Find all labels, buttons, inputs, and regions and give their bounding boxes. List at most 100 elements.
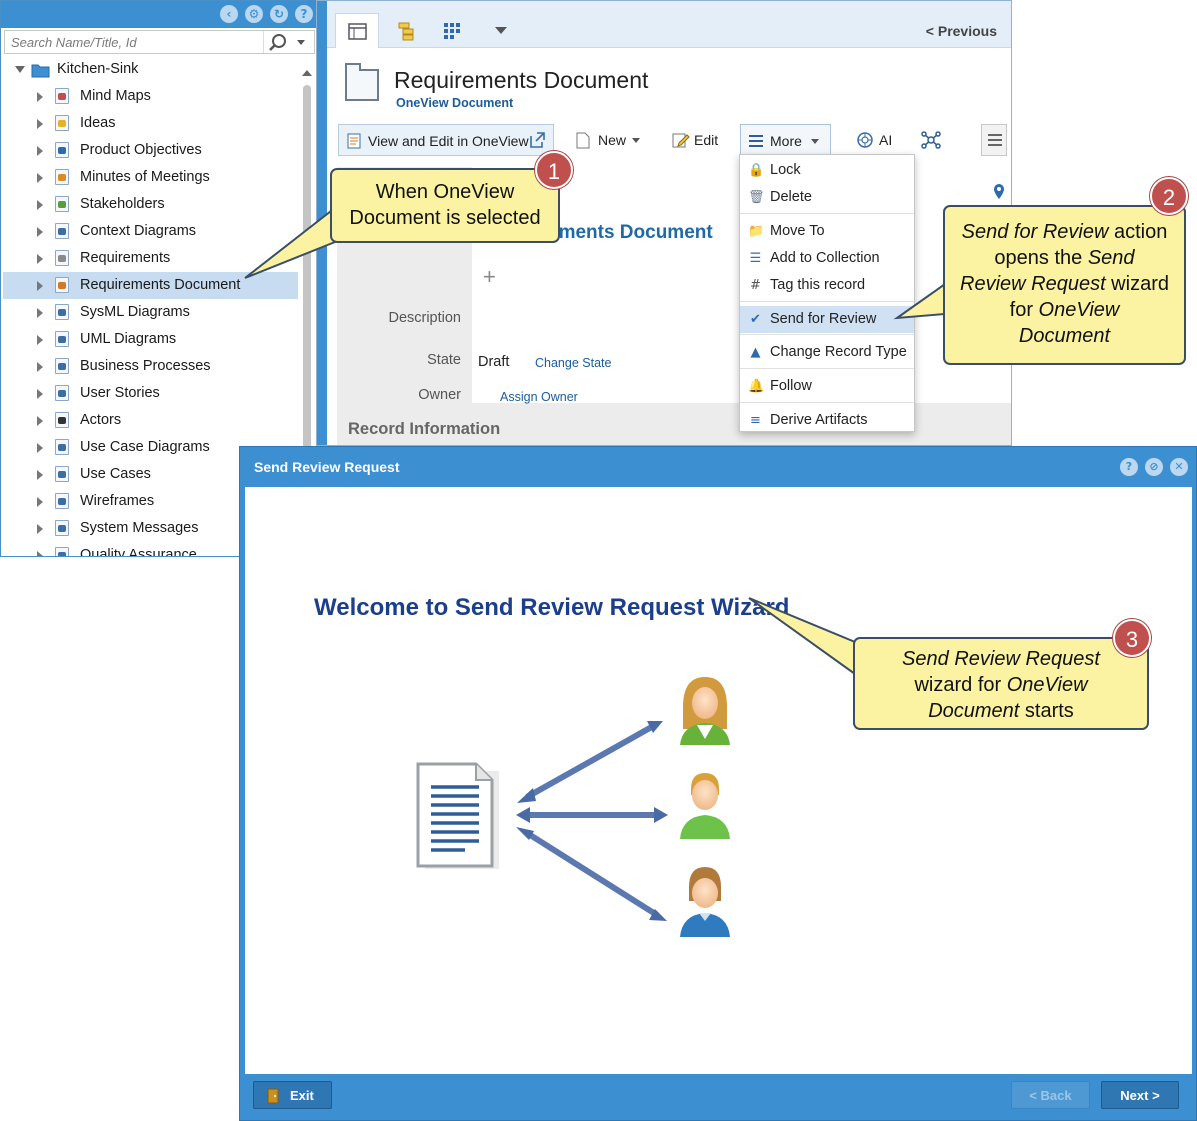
wizard-title: Welcome to Send Review Request Wizard	[314, 594, 790, 621]
add-icon[interactable]: +	[483, 264, 496, 290]
more-button[interactable]: More	[740, 124, 831, 156]
ai-icon	[857, 132, 873, 148]
menu-item-label: Move To	[770, 223, 825, 239]
network-view-button[interactable]	[920, 124, 944, 156]
message-icon-glyph	[58, 525, 66, 532]
help-icon[interactable]: ?	[295, 5, 313, 23]
expand-arrow-icon[interactable]	[37, 173, 43, 183]
actor-icon-glyph	[58, 417, 66, 424]
tree-item[interactable]: Minutes of Meetings	[3, 164, 298, 191]
tree-item[interactable]: Ideas	[3, 110, 298, 137]
tree-item[interactable]: Actors	[3, 407, 298, 434]
tree-item[interactable]: Mind Maps	[3, 83, 298, 110]
edit-button[interactable]: Edit	[672, 124, 724, 156]
menu-item-delete[interactable]: 🗑 Delete	[740, 184, 914, 211]
scroll-up-icon[interactable]	[301, 67, 313, 79]
view-and-edit-in-oneview-button[interactable]: View and Edit in OneView	[338, 124, 554, 156]
menu-item-add-to-collection[interactable]: ☰ Add to Collection	[740, 245, 914, 272]
overflow-menu-button[interactable]	[981, 124, 1007, 156]
review-icon: ✔	[750, 312, 761, 327]
expand-arrow-icon[interactable]	[37, 119, 43, 129]
tree-root-row[interactable]: Kitchen-Sink	[3, 56, 298, 83]
more-label: More	[770, 133, 802, 149]
menu-item-derive-artifacts[interactable]: ≡ Derive Artifacts	[740, 407, 914, 434]
callout-2-text-5: Document	[1018, 325, 1111, 347]
callout-2-badge: 2	[1150, 177, 1188, 215]
menu-item-move-to[interactable]: 📁 Move To	[740, 218, 914, 245]
location-pin-icon[interactable]	[992, 183, 1006, 201]
expand-arrow-icon[interactable]	[37, 92, 43, 102]
tree-root-label: Kitchen-Sink	[57, 61, 139, 77]
expand-arrow-icon[interactable]	[37, 308, 43, 318]
folder-icon-glyph	[58, 336, 66, 343]
use-case-icon-glyph	[58, 471, 66, 478]
menu-item-label: Delete	[770, 189, 812, 205]
tree-item-label: Requirements	[80, 250, 171, 266]
expand-arrow-icon[interactable]	[37, 551, 43, 556]
menu-item-send-for-review[interactable]: ✔ Send for Review	[740, 306, 914, 333]
document-icon-glyph	[58, 282, 66, 289]
tab-details[interactable]	[335, 13, 379, 48]
shapes-icon: ▲	[750, 345, 761, 360]
gear-icon[interactable]: ⚙	[245, 5, 263, 23]
tab-grid[interactable]	[431, 13, 475, 47]
tree-item-label: Stakeholders	[80, 196, 165, 212]
expand-arrow-icon[interactable]	[37, 389, 43, 399]
search-button[interactable]	[263, 31, 314, 53]
refresh-icon[interactable]: ↻	[270, 5, 288, 23]
expand-arrow-icon[interactable]	[37, 524, 43, 534]
tree-item[interactable]: Business Processes	[3, 353, 298, 380]
search-input[interactable]	[5, 31, 273, 53]
expanded-arrow-icon[interactable]	[15, 66, 27, 76]
review-illustration	[416, 677, 730, 937]
expand-arrow-icon[interactable]	[37, 416, 43, 426]
menu-separator	[740, 334, 914, 335]
menu-item-change-record-type[interactable]: ▲ Change Record Type	[740, 339, 914, 366]
expand-arrow-icon[interactable]	[37, 227, 43, 237]
callout-3-text-2b: OneView	[1006, 674, 1088, 696]
expand-arrow-icon[interactable]	[37, 335, 43, 345]
tree-item[interactable]: SysML Diagrams	[3, 299, 298, 326]
new-button[interactable]: New	[574, 124, 654, 156]
edit-label: Edit	[694, 132, 719, 148]
minimize-icon[interactable]: ⊘	[1145, 458, 1163, 476]
tree-item[interactable]: Product Objectives	[3, 137, 298, 164]
ai-button[interactable]: AI	[855, 124, 897, 156]
callout-2-text-2a: opens the	[994, 247, 1088, 269]
expand-arrow-icon[interactable]	[37, 200, 43, 210]
exit-button[interactable]: Exit	[253, 1081, 332, 1109]
tree-item-label: System Messages	[80, 520, 199, 536]
expand-arrow-icon[interactable]	[37, 146, 43, 156]
change-state-link[interactable]: Change State	[535, 356, 611, 370]
expand-arrow-icon[interactable]	[37, 470, 43, 480]
document-folder-icon	[345, 63, 379, 101]
previous-link[interactable]: < Previous	[926, 23, 997, 39]
back-button[interactable]: < Back	[1011, 1081, 1090, 1109]
tree-item[interactable]: UML Diagrams	[3, 326, 298, 353]
tree-item-label: Mind Maps	[80, 88, 151, 104]
expand-arrow-icon[interactable]	[37, 443, 43, 453]
close-icon[interactable]: ✕	[1170, 458, 1188, 476]
next-button[interactable]: Next >	[1101, 1081, 1179, 1109]
view-and-edit-label: View and Edit in OneView	[368, 133, 529, 149]
callout-2-text-4b: OneView	[1038, 299, 1120, 321]
assign-owner-link[interactable]: Assign Owner	[500, 390, 578, 404]
tab-relations[interactable]	[385, 13, 429, 47]
callout-2: Send for Review action opens the Send Re…	[943, 205, 1186, 365]
expand-arrow-icon[interactable]	[37, 497, 43, 507]
help-icon[interactable]: ?	[1120, 458, 1138, 476]
menu-item-follow[interactable]: 🔔 Follow	[740, 373, 914, 400]
state-value: Draft	[478, 354, 510, 370]
back-icon[interactable]: ‹	[220, 5, 238, 23]
use-case-diagram-icon-glyph	[58, 444, 66, 451]
expand-arrow-icon[interactable]	[37, 281, 43, 291]
menu-item-tag-this-record[interactable]: # Tag this record	[740, 272, 914, 299]
tree-item[interactable]: User Stories	[3, 380, 298, 407]
expand-arrow-icon[interactable]	[37, 362, 43, 372]
menu-item-lock[interactable]: 🔒 Lock	[740, 157, 914, 184]
callout-1-badge: 1	[535, 151, 573, 189]
edit-icon	[672, 133, 690, 148]
expand-arrow-icon[interactable]	[37, 254, 43, 264]
requirements-icon-glyph	[58, 255, 66, 262]
tab-more-dropdown[interactable]	[479, 13, 523, 47]
